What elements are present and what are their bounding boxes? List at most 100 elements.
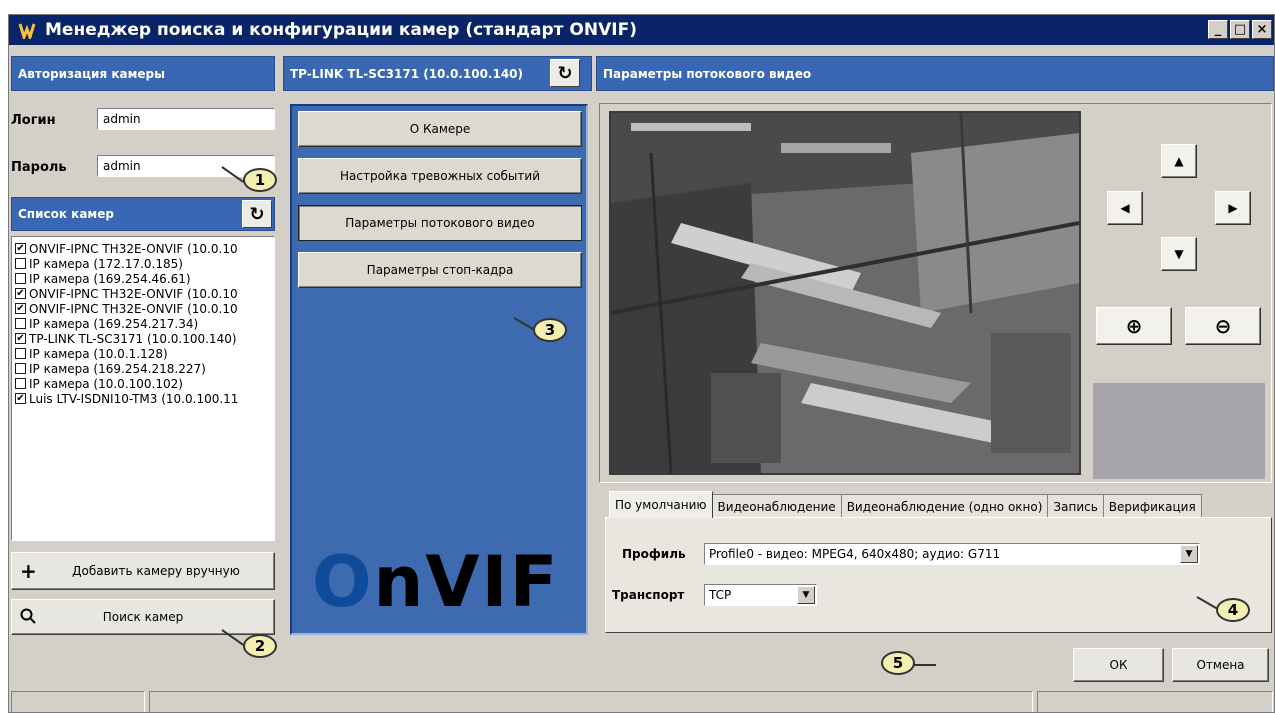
list-item[interactable]: IP камера (10.0.1.128) bbox=[12, 346, 274, 361]
camera-name: ONVIF-IPNC TH32E-ONVIF (10.0.10 bbox=[29, 301, 238, 316]
status-bar-cell-3 bbox=[1037, 691, 1273, 712]
chevron-down-icon[interactable]: ▼ bbox=[797, 586, 815, 604]
menu-button[interactable]: Параметры потокового видео bbox=[298, 205, 582, 241]
camera-name: TP-LINK TL-SC3171 (10.0.100.140) bbox=[29, 331, 237, 346]
camera-checkbox[interactable]: ✔ bbox=[15, 303, 26, 314]
ptz-preview-box bbox=[1093, 383, 1265, 479]
stream-tab[interactable]: Видеонаблюдение (одно окно) bbox=[840, 494, 1049, 518]
stream-tab[interactable]: Запись bbox=[1047, 494, 1104, 518]
list-item[interactable]: IP камера (172.17.0.185) bbox=[12, 256, 274, 271]
menu-button[interactable]: Настройка тревожных событий bbox=[298, 158, 582, 194]
search-cameras-button[interactable]: Поиск камер bbox=[11, 599, 275, 635]
stream-tab[interactable]: По умолчанию bbox=[609, 491, 713, 518]
list-item[interactable]: ✔ ONVIF-IPNC TH32E-ONVIF (10.0.10 bbox=[12, 301, 274, 316]
stream-header-label: Параметры потокового видео bbox=[603, 66, 812, 81]
list-item[interactable]: IP камера (169.254.218.227) bbox=[12, 361, 274, 376]
list-item[interactable]: IP камера (169.254.217.34) bbox=[12, 316, 274, 331]
camera-checkbox[interactable]: ✔ bbox=[15, 288, 26, 299]
list-item[interactable]: ✔ TP-LINK TL-SC3171 (10.0.100.140) bbox=[12, 331, 274, 346]
refresh-icon: ↻ bbox=[557, 62, 573, 84]
ok-button[interactable]: ОК bbox=[1073, 648, 1164, 682]
maximize-button[interactable]: □ bbox=[1230, 20, 1250, 39]
stream-tab-body: Профиль Profile0 - видео: MPEG4, 640x480… bbox=[605, 517, 1272, 633]
camera-name: IP камера (169.254.46.61) bbox=[29, 271, 191, 286]
add-camera-manual-label: Добавить камеру вручную bbox=[72, 564, 240, 578]
menu-button[interactable]: О Камере bbox=[298, 111, 582, 147]
camera-checkbox[interactable] bbox=[15, 348, 26, 359]
arrow-up-icon: ▲ bbox=[1174, 154, 1184, 168]
ptz-up-button[interactable]: ▲ bbox=[1161, 144, 1197, 178]
zoom-out-button[interactable]: ⊖ bbox=[1185, 307, 1261, 345]
plus-icon: + bbox=[20, 559, 37, 583]
ptz-down-button[interactable]: ▼ bbox=[1161, 237, 1197, 271]
camera-header-label: TP-LINK TL-SC3171 (10.0.100.140) bbox=[290, 66, 524, 81]
add-camera-manual-button[interactable]: + Добавить камеру вручную bbox=[11, 552, 275, 590]
arrow-down-icon: ▼ bbox=[1174, 247, 1184, 261]
camera-name: ONVIF-IPNC TH32E-ONVIF (10.0.10 bbox=[29, 286, 238, 301]
video-frame-image bbox=[611, 113, 1079, 473]
app-window: Менеджер поиска и конфигурации камер (ст… bbox=[8, 14, 1275, 713]
list-item[interactable]: ✔ ONVIF-IPNC TH32E-ONVIF (10.0.10 bbox=[12, 241, 274, 256]
camera-checkbox[interactable]: ✔ bbox=[15, 393, 26, 404]
list-item[interactable]: IP камера (10.0.100.102) bbox=[12, 376, 274, 391]
status-bar-cell-2 bbox=[149, 691, 1033, 712]
zoom-out-icon: ⊖ bbox=[1214, 314, 1232, 338]
zoom-in-button[interactable]: ⊕ bbox=[1096, 307, 1172, 345]
list-item[interactable]: ✔ ONVIF-IPNC TH32E-ONVIF (10.0.10 bbox=[12, 286, 274, 301]
stream-tab[interactable]: Верификация bbox=[1102, 494, 1202, 518]
auth-header-label: Авторизация камеры bbox=[18, 66, 165, 81]
transport-label: Транспорт bbox=[612, 588, 685, 602]
close-button[interactable]: × bbox=[1252, 20, 1272, 39]
list-item[interactable]: ✔ Luis LTV-ISDNI10-TM3 (10.0.100.11 bbox=[12, 391, 274, 406]
app-logo-icon bbox=[17, 20, 37, 40]
minimize-button[interactable]: _ bbox=[1208, 20, 1228, 39]
callout-5-pointer bbox=[914, 664, 936, 666]
transport-select-value: TCP bbox=[709, 588, 732, 602]
status-bar-cell-1 bbox=[11, 691, 145, 712]
camera-checkbox[interactable] bbox=[15, 363, 26, 374]
camera-checkbox[interactable]: ✔ bbox=[15, 243, 26, 254]
chevron-down-icon[interactable]: ▼ bbox=[1180, 545, 1198, 563]
arrow-left-icon: ◀ bbox=[1120, 201, 1130, 215]
camera-list-header-label: Список камер bbox=[18, 207, 114, 221]
refresh-camera-button[interactable]: ↻ bbox=[550, 59, 580, 87]
login-field[interactable]: admin bbox=[97, 108, 275, 130]
cancel-button[interactable]: Отмена bbox=[1172, 648, 1269, 682]
login-label: Логин bbox=[11, 113, 56, 128]
callout-2: 2 bbox=[243, 634, 277, 658]
camera-menu-panel: О Камере Настройка тревожных событий Парам… bbox=[290, 104, 588, 635]
camera-checkbox[interactable] bbox=[15, 378, 26, 389]
camera-list-header: Список камер bbox=[11, 197, 275, 231]
menu-button[interactable]: Параметры стоп-кадра bbox=[298, 252, 582, 288]
stream-tab[interactable]: Видеонаблюдение bbox=[711, 494, 842, 518]
camera-name: IP камера (10.0.1.128) bbox=[29, 346, 168, 361]
camera-checkbox[interactable]: ✔ bbox=[15, 333, 26, 344]
profile-select[interactable]: Profile0 - видео: MPEG4, 640x480; аудио:… bbox=[704, 543, 1200, 565]
video-preview bbox=[609, 111, 1081, 475]
callout-4: 4 bbox=[1216, 598, 1250, 622]
refresh-camera-list-button[interactable]: ↻ bbox=[242, 200, 272, 228]
camera-name: ONVIF-IPNC TH32E-ONVIF (10.0.10 bbox=[29, 241, 238, 256]
ptz-right-button[interactable]: ▶ bbox=[1215, 191, 1251, 225]
window-controls: _ □ × bbox=[1208, 20, 1272, 39]
camera-header: TP-LINK TL-SC3171 (10.0.100.140) bbox=[283, 56, 592, 91]
title-bar: Менеджер поиска и конфигурации камер (ст… bbox=[9, 15, 1274, 45]
camera-name: IP камера (172.17.0.185) bbox=[29, 256, 183, 271]
arrow-right-icon: ▶ bbox=[1228, 201, 1238, 215]
list-item[interactable]: IP камера (169.254.46.61) bbox=[12, 271, 274, 286]
callout-3: 3 bbox=[533, 318, 567, 342]
camera-listbox[interactable]: ✔ ONVIF-IPNC TH32E-ONVIF (10.0.10 IP камер… bbox=[11, 236, 275, 541]
window-title: Менеджер поиска и конфигурации камер (ст… bbox=[45, 20, 637, 40]
search-cameras-label: Поиск камер bbox=[102, 610, 184, 624]
camera-checkbox[interactable] bbox=[15, 258, 26, 269]
camera-name: IP камера (169.254.217.34) bbox=[29, 316, 199, 331]
zoom-in-icon: ⊕ bbox=[1125, 314, 1143, 338]
search-icon bbox=[20, 605, 36, 629]
stream-header: Параметры потокового видео bbox=[596, 56, 1274, 91]
transport-select[interactable]: TCP ▼ bbox=[704, 584, 817, 606]
camera-checkbox[interactable] bbox=[15, 318, 26, 329]
ptz-left-button[interactable]: ◀ bbox=[1107, 191, 1143, 225]
callout-1: 1 bbox=[243, 168, 277, 192]
camera-checkbox[interactable] bbox=[15, 273, 26, 284]
camera-name: IP камера (169.254.218.227) bbox=[29, 361, 206, 376]
